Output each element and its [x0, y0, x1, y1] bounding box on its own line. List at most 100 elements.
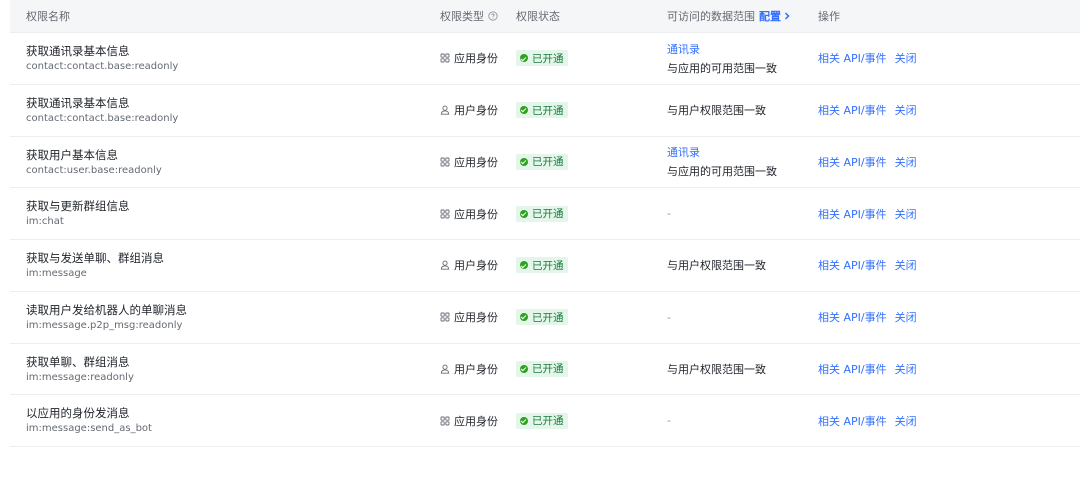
header-permission-type-label: 权限类型: [440, 10, 484, 23]
header-data-scope: 可访问的数据范围 配置: [667, 0, 791, 32]
status-badge: 已开通: [516, 153, 568, 170]
header-permission-type: 权限类型: [440, 0, 498, 32]
check-circle-icon: [520, 157, 528, 166]
permission-type: 用户身份: [440, 240, 498, 291]
close-permission-link[interactable]: 关闭: [895, 50, 917, 66]
close-permission-link[interactable]: 关闭: [895, 154, 917, 170]
header-permission-name: 权限名称: [26, 10, 70, 23]
permission-status: 已开通: [516, 240, 568, 291]
grid-icon: [440, 53, 450, 63]
check-circle-icon: [520, 209, 528, 218]
permission-status: 已开通: [516, 188, 568, 239]
data-scope: 与用户权限范围一致: [667, 85, 766, 136]
permission-code: contact:contact.base:readonly: [26, 112, 179, 124]
permission-type-label: 应用身份: [454, 414, 498, 428]
close-permission-link[interactable]: 关闭: [895, 361, 917, 377]
permission-status: 已开通: [516, 137, 568, 188]
table-row: 获取与发送单聊、群组消息 im:message 用户身份 已开通 与用户权限范围…: [10, 240, 1080, 292]
operations: 相关 API/事件 关闭: [818, 85, 917, 136]
data-scope: 通讯录 与应用的可用范围一致: [667, 137, 777, 188]
status-label: 已开通: [532, 104, 564, 117]
permission-name: 获取通讯录基本信息: [26, 95, 130, 110]
close-permission-link[interactable]: 关闭: [895, 309, 917, 325]
check-circle-icon: [520, 106, 528, 115]
permission-name: 获取单聊、群组消息: [26, 354, 130, 369]
permission-code: im:message:readonly: [26, 371, 134, 383]
check-circle-icon: [520, 313, 528, 322]
config-link[interactable]: 配置: [759, 8, 781, 24]
status-label: 已开通: [532, 311, 564, 324]
scope-text: 与应用的可用范围一致: [667, 61, 777, 75]
permission-type: 应用身份: [440, 188, 498, 239]
permission-name: 以应用的身份发消息: [26, 406, 130, 421]
status-badge: 已开通: [516, 102, 568, 119]
operations: 相关 API/事件 关闭: [818, 33, 917, 84]
header-data-scope-label: 可访问的数据范围: [667, 10, 755, 23]
related-api-events-link[interactable]: 相关 API/事件: [818, 309, 887, 325]
user-icon: [440, 260, 450, 271]
status-badge: 已开通: [516, 412, 568, 429]
related-api-events-link[interactable]: 相关 API/事件: [818, 50, 887, 66]
header-operations: 操作: [818, 10, 840, 23]
permission-type-label: 用户身份: [454, 362, 498, 376]
data-scope: 通讯录 与应用的可用范围一致: [667, 33, 777, 84]
table-row: 获取通讯录基本信息 contact:contact.base:readonly …: [10, 85, 1080, 137]
permission-status: 已开通: [516, 395, 568, 446]
permission-code: im:message:send_as_bot: [26, 423, 152, 435]
related-api-events-link[interactable]: 相关 API/事件: [818, 102, 887, 118]
related-api-events-link[interactable]: 相关 API/事件: [818, 361, 887, 377]
scope-text: 与用户权限范围一致: [667, 362, 766, 376]
permission-code: contact:user.base:readonly: [26, 164, 162, 176]
permission-name: 获取与发送单聊、群组消息: [26, 251, 164, 265]
operations: 相关 API/事件 关闭: [818, 240, 917, 291]
operations: 相关 API/事件 关闭: [818, 188, 917, 239]
close-permission-link[interactable]: 关闭: [895, 257, 917, 273]
status-label: 已开通: [532, 208, 564, 221]
related-api-events-link[interactable]: 相关 API/事件: [818, 206, 887, 222]
table-row: 以应用的身份发消息 im:message:send_as_bot 应用身份 已开…: [10, 395, 1080, 447]
scope-link-contacts[interactable]: 通讯录: [667, 41, 777, 57]
grid-icon: [440, 209, 450, 219]
related-api-events-link[interactable]: 相关 API/事件: [818, 257, 887, 273]
permission-type-label: 应用身份: [454, 155, 498, 169]
data-scope: -: [667, 395, 671, 446]
related-api-events-link[interactable]: 相关 API/事件: [818, 154, 887, 170]
scope-text: 与用户权限范围一致: [667, 259, 766, 273]
status-badge: 已开通: [516, 50, 568, 67]
permission-type: 应用身份: [440, 292, 498, 343]
check-circle-icon: [520, 54, 528, 63]
scope-link-contacts[interactable]: 通讯录: [667, 144, 777, 160]
table-header: 权限名称 权限类型 权限状态 可访问的数据范围 配置 操作: [10, 0, 1080, 33]
scope-text: 与应用的可用范围一致: [667, 165, 777, 179]
close-permission-link[interactable]: 关闭: [895, 206, 917, 222]
permission-table-body: 获取通讯录基本信息 contact:contact.base:readonly …: [10, 33, 1080, 447]
header-permission-status: 权限状态: [516, 10, 560, 23]
chevron-right-icon[interactable]: [783, 12, 791, 20]
status-label: 已开通: [532, 259, 564, 272]
data-scope: -: [667, 292, 671, 343]
status-badge: 已开通: [516, 360, 568, 377]
permission-status: 已开通: [516, 292, 568, 343]
related-api-events-link[interactable]: 相关 API/事件: [818, 413, 887, 429]
table-row: 获取与更新群组信息 im:chat 应用身份 已开通 - 相关 API/事件 关…: [10, 188, 1080, 240]
permission-type-label: 用户身份: [454, 259, 498, 273]
close-permission-link[interactable]: 关闭: [895, 102, 917, 118]
permission-type: 用户身份: [440, 344, 498, 395]
close-permission-link[interactable]: 关闭: [895, 413, 917, 429]
status-badge: 已开通: [516, 309, 568, 326]
permission-type-label: 应用身份: [454, 207, 498, 221]
grid-icon: [440, 157, 450, 167]
scope-text: -: [667, 414, 671, 428]
permission-type: 用户身份: [440, 85, 498, 136]
status-badge: 已开通: [516, 205, 568, 222]
check-circle-icon: [520, 416, 528, 425]
permission-code: im:message.p2p_msg:readonly: [26, 319, 183, 331]
status-label: 已开通: [532, 156, 564, 169]
status-label: 已开通: [532, 363, 564, 376]
grid-icon: [440, 312, 450, 322]
operations: 相关 API/事件 关闭: [818, 292, 917, 343]
table-row: 获取通讯录基本信息 contact:contact.base:readonly …: [10, 33, 1080, 85]
help-icon[interactable]: [488, 11, 498, 21]
permission-type: 应用身份: [440, 137, 498, 188]
user-icon: [440, 364, 450, 374]
